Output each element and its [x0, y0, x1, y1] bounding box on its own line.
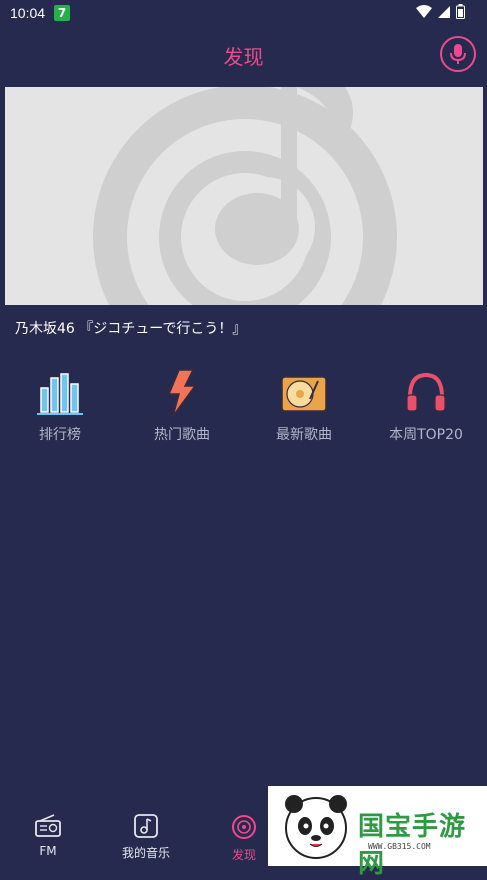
record-player-icon: [281, 376, 327, 412]
bar-chart-icon: [37, 373, 83, 415]
category-ranking[interactable]: 排行榜: [0, 368, 120, 444]
lightning-icon: [167, 369, 197, 417]
nav-fm[interactable]: FM: [8, 814, 88, 858]
app-notification-icon: 7: [54, 5, 70, 21]
category-hot-songs[interactable]: 热门歌曲: [122, 368, 242, 444]
battery-icon: [456, 4, 465, 19]
nav-my-music[interactable]: 我的音乐: [106, 814, 186, 861]
category-label: 排行榜: [39, 427, 81, 443]
watermark: 国宝手游网 WWW.GB315.COM: [268, 786, 487, 879]
category-label: 热门歌曲: [154, 427, 210, 443]
header: 发现: [0, 28, 487, 80]
status-bar: 10:04 7: [0, 0, 487, 28]
watermark-url: WWW.GB315.COM: [368, 842, 431, 851]
category-row: 排行榜 热门歌曲 最新歌曲 本周TOP20: [0, 368, 487, 458]
nav-label: 我的音乐: [121, 846, 170, 860]
panda-logo-icon: [285, 795, 347, 859]
banner-image[interactable]: [5, 87, 483, 305]
radio-icon: [35, 814, 61, 837]
page-title: 发现: [223, 45, 264, 69]
category-label: 本周TOP20: [389, 427, 463, 443]
music-note-icon: [134, 814, 158, 838]
banner-caption: 乃木坂46 『ジコチューで行こう！』: [15, 321, 247, 337]
category-label: 最新歌曲: [276, 427, 332, 443]
disc-icon: [232, 815, 256, 839]
nav-label: FM: [39, 844, 57, 858]
status-time: 10:04: [10, 5, 46, 21]
microphone-icon: [450, 44, 466, 64]
category-weekly-top20[interactable]: 本周TOP20: [366, 368, 486, 444]
signal-icon: [438, 5, 450, 18]
status-icons: [416, 4, 465, 19]
music-placeholder-icon: [93, 87, 397, 305]
wifi-icon: [416, 4, 432, 18]
headphones-icon: [406, 372, 446, 412]
category-new-songs[interactable]: 最新歌曲: [244, 368, 364, 444]
voice-search-button[interactable]: [440, 36, 476, 72]
